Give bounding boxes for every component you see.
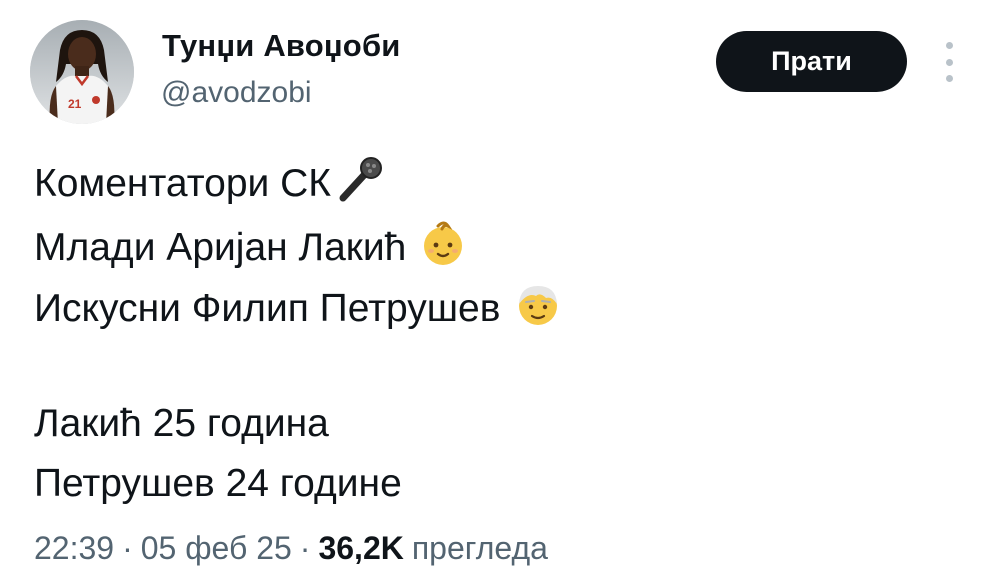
tweet-date[interactable]: 05 феб 25 — [141, 530, 292, 567]
author-display-name[interactable]: Тунџи Авоџоби — [162, 28, 401, 64]
tweet-line-text: Лакић 25 година — [34, 402, 329, 445]
tweet-line: Млади Аријан Лакић — [34, 218, 466, 278]
tweet-time[interactable]: 22:39 — [34, 530, 114, 567]
avatar[interactable]: 21 — [30, 20, 134, 124]
views-label: прегледа — [411, 530, 548, 566]
tweet-line: Лакић 25 година — [34, 402, 329, 446]
meta-separator: · — [122, 530, 133, 566]
avatar-jersey-number: 21 — [68, 97, 82, 111]
author-handle[interactable]: @avodzobi — [161, 76, 312, 110]
views-count[interactable]: 36,2K — [318, 530, 403, 567]
dot — [945, 75, 953, 82]
tweet: 21 Тунџи Авоџоби @avodzobi Прати Комента… — [0, 0, 1000, 568]
meta-separator: · — [299, 530, 311, 566]
tweet-line-text: Искусни Филип Петрушев — [34, 287, 501, 330]
tweet-meta: 22:39 · 05 феб 25 · 36,2K прегледа — [34, 530, 548, 567]
dot — [945, 58, 953, 66]
tweet-line: Коментатори СК — [34, 156, 387, 212]
more-options-icon[interactable] — [938, 42, 960, 82]
microphone-icon — [337, 156, 387, 212]
tweet-line: Петрушев 24 године — [34, 462, 402, 506]
tweet-line-text: Петрушев 24 године — [34, 462, 402, 505]
tweet-line: Искусни Филип Петрушев — [34, 280, 562, 338]
tweet-line-text: Коментатори СК — [34, 162, 332, 205]
avatar-photo: 21 — [30, 20, 134, 124]
old-man-icon — [514, 280, 562, 338]
tweet-line-text: Млади Аријан Лакић — [34, 226, 407, 269]
baby-icon — [420, 218, 466, 278]
follow-button[interactable]: Прати — [716, 31, 907, 92]
dot — [945, 42, 953, 49]
